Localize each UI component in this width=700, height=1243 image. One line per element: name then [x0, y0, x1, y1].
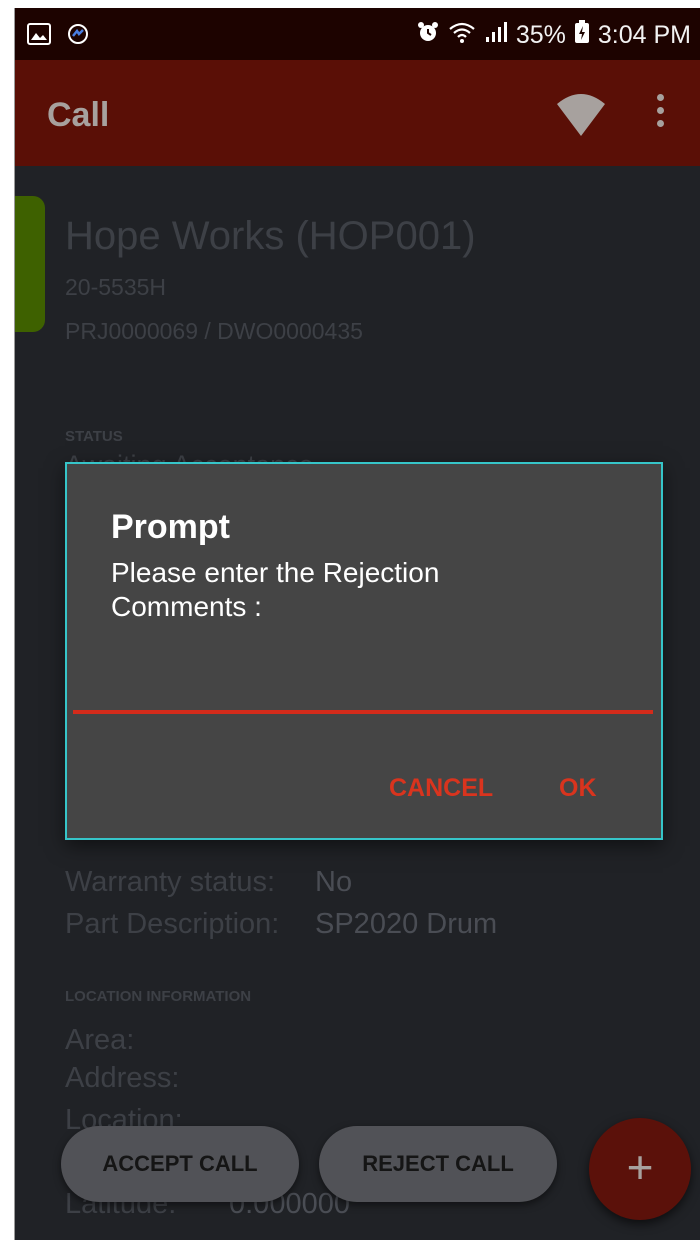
page-title: Call	[47, 96, 110, 134]
location-section-label: LOCATION INFORMATION	[65, 988, 252, 1005]
warranty-value: No	[315, 866, 353, 898]
call-reference: 20-5535H	[65, 274, 167, 300]
status-bar: 35% 3:04 PM	[15, 8, 700, 60]
image-icon	[27, 23, 51, 50]
address-label: Address:	[65, 1062, 180, 1094]
add-fab[interactable]: +	[589, 1118, 691, 1220]
battery-icon	[574, 20, 590, 51]
part-description-label: Part Description:	[65, 908, 280, 940]
accept-call-button[interactable]: ACCEPT CALL	[61, 1126, 299, 1202]
battery-percent: 35%	[515, 21, 566, 49]
warranty-label: Warranty status:	[65, 866, 276, 898]
alarm-icon	[416, 20, 440, 51]
ok-button[interactable]: OK	[559, 774, 597, 803]
cancel-button[interactable]: CANCEL	[389, 774, 493, 803]
dialog-title: Prompt	[111, 508, 230, 546]
app-bar: Call	[15, 60, 700, 166]
signal-icon	[484, 21, 508, 50]
warranty-row: Warranty status: No	[65, 866, 352, 899]
messenger-icon	[67, 22, 89, 51]
wifi-icon[interactable]	[555, 90, 607, 143]
clock-time: 3:04 PM	[597, 21, 691, 49]
plus-icon: +	[626, 1141, 654, 1193]
status-label: STATUS	[65, 428, 123, 445]
overflow-menu-icon[interactable]	[655, 94, 665, 134]
area-label: Area:	[65, 1024, 135, 1056]
dialog-message: Please enter the Rejection Comments :	[111, 557, 440, 622]
part-description-value: SP2020 Drum	[315, 908, 498, 940]
rejection-comments-input[interactable]	[73, 710, 653, 714]
wifi-icon	[448, 21, 476, 50]
status-indicator-bar	[15, 196, 45, 332]
call-project-ids: PRJ0000069 / DWO0000435	[65, 318, 363, 344]
call-title: Hope Works (HOP001)	[65, 214, 476, 258]
reject-call-button[interactable]: REJECT CALL	[319, 1126, 557, 1202]
part-description-row: Part Description: SP2020 Drum	[65, 908, 497, 941]
prompt-dialog: Prompt Please enter the Rejection Commen…	[65, 462, 663, 840]
